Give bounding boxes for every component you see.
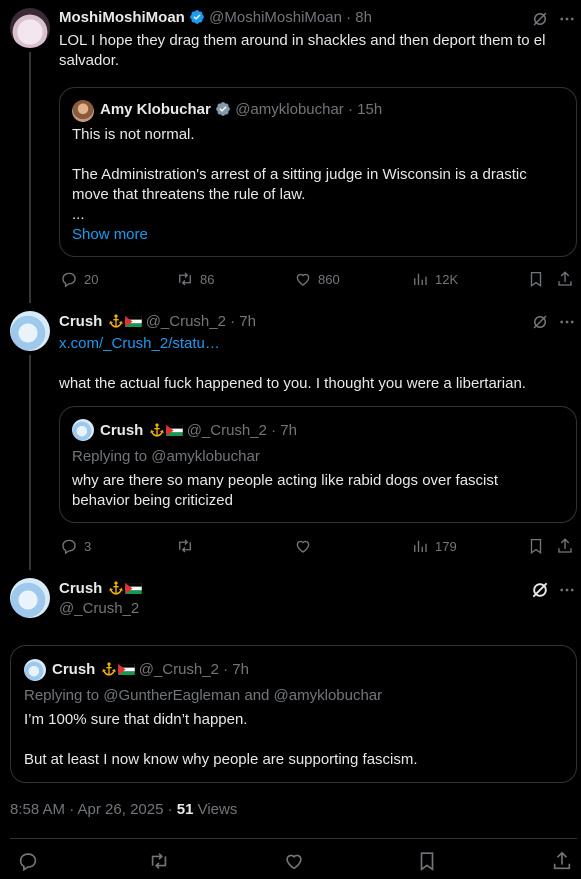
- reply-icon[interactable]: [17, 850, 39, 872]
- display-name[interactable]: MoshiMoshiMoan: [59, 9, 185, 26]
- display-name: Amy Klobuchar: [100, 101, 211, 118]
- avatar: [72, 419, 94, 441]
- replying-to: Replying to @GuntherEagleman and @amyklo…: [24, 687, 383, 704]
- avatar: [72, 100, 94, 122]
- share-icon[interactable]: [556, 537, 574, 555]
- display-name: Crush: [100, 422, 144, 439]
- quote-header: Amy Klobuchar @amyklobuchar · 15h: [100, 101, 382, 118]
- heart-icon[interactable]: [283, 850, 305, 872]
- handle: @amyklobuchar: [235, 101, 344, 118]
- display-name[interactable]: Crush: [59, 313, 102, 330]
- verified-badge-icon: [216, 102, 230, 116]
- views-count: 51: [176, 801, 194, 818]
- anchor-emoji-icon: [149, 423, 164, 437]
- palestine-flag-icon: [117, 664, 135, 675]
- timestamp: · 15h: [347, 101, 383, 118]
- share-icon[interactable]: [556, 270, 574, 288]
- heart-icon: [296, 540, 310, 553]
- reply-icon: [62, 272, 76, 288]
- bookmark-icon[interactable]: [527, 270, 545, 288]
- palestine-flag-icon: [124, 583, 142, 594]
- repost-icon: [179, 539, 191, 553]
- post-timestamp[interactable]: 8:58 AM · Apr 26, 2025 ·: [10, 801, 177, 818]
- display-name: Crush: [52, 661, 96, 678]
- tweet-link[interactable]: x.com/_Crush_2/statu…: [59, 334, 220, 354]
- grok-icon[interactable]: [531, 313, 549, 331]
- tweet-text: LOL I hope they drag them around in shac…: [59, 32, 546, 69]
- avatar[interactable]: [10, 578, 50, 618]
- tweet-header: MoshiMoshiMoan @MoshiMoshiMoan · 8h: [59, 9, 372, 26]
- quote-tweet[interactable]: Crush @_Crush_2 · 7h Replying to @Gunthe…: [10, 645, 577, 783]
- share-icon[interactable]: [551, 850, 573, 872]
- quote-header: Crush @_Crush_2 · 7h: [100, 422, 297, 439]
- reply-count: 3: [84, 538, 92, 554]
- handle: @_Crush_2: [186, 422, 267, 439]
- heart-icon: [296, 273, 310, 286]
- views-icon: [414, 273, 427, 285]
- reply-button[interactable]: 20: [60, 270, 98, 288]
- quote-tweet[interactable]: Crush @_Crush_2 · 7h Replying to @amyklo…: [59, 406, 577, 523]
- quote-text-line2: But at least I now know why people are s…: [24, 751, 418, 768]
- repost-icon[interactable]: [148, 850, 170, 872]
- more-options-icon[interactable]: [558, 10, 576, 28]
- more-options-icon[interactable]: [558, 313, 576, 331]
- handle[interactable]: @_Crush_2: [146, 313, 226, 330]
- quote-text: why are there so many people acting like…: [72, 472, 499, 509]
- thread-line: [29, 52, 31, 303]
- quote-tweet[interactable]: Amy Klobuchar @amyklobuchar · 15h This i…: [59, 87, 577, 257]
- timestamp[interactable]: · 7h: [230, 313, 256, 330]
- more-options-icon[interactable]: [558, 581, 576, 599]
- avatar: [24, 659, 46, 681]
- reply-button[interactable]: 3: [60, 537, 91, 555]
- repost-icon: [179, 272, 191, 286]
- views-label: Views: [193, 801, 238, 818]
- grok-icon[interactable]: [531, 10, 549, 28]
- like-count: 860: [318, 271, 340, 287]
- reply-count: 20: [84, 271, 99, 287]
- timestamp: · 7h: [271, 422, 297, 439]
- handle: @_Crush_2: [138, 661, 219, 678]
- display-name[interactable]: Crush: [59, 580, 102, 597]
- divider: [10, 838, 577, 839]
- repost-button[interactable]: [176, 537, 200, 555]
- verified-badge-icon: [190, 10, 204, 24]
- thread-line: [29, 355, 31, 570]
- palestine-flag-icon: [124, 316, 142, 327]
- quote-text-line1: This is not normal.: [72, 126, 195, 143]
- anchor-emoji-icon: [101, 662, 116, 676]
- timestamp[interactable]: · 8h: [346, 9, 372, 26]
- tweet-header: Crush @_Crush_2 · 7h: [59, 313, 256, 330]
- like-button[interactable]: 860: [294, 270, 340, 288]
- handle[interactable]: @_Crush_2: [59, 600, 139, 617]
- tweet-meta: 8:58 AM · Apr 26, 2025 · 51 Views: [10, 801, 237, 818]
- like-button[interactable]: [294, 537, 318, 555]
- quote-text-line1: I’m 100% sure that didn’t happen.: [24, 711, 248, 728]
- handle[interactable]: @MoshiMoshiMoan: [209, 9, 342, 26]
- bookmark-icon[interactable]: [527, 537, 545, 555]
- show-more-link[interactable]: Show more: [72, 225, 148, 245]
- quote-header: Crush @_Crush_2 · 7h: [52, 661, 249, 678]
- tweet-header: Crush: [59, 580, 142, 597]
- replying-to: Replying to @amyklobuchar: [72, 448, 260, 465]
- quote-ellipsis: ...: [72, 206, 85, 223]
- avatar[interactable]: [10, 8, 50, 48]
- tweet-text: what the actual fuck happened to you. I …: [59, 375, 526, 392]
- views-button[interactable]: 179: [411, 537, 457, 555]
- anchor-emoji-icon: [108, 581, 123, 595]
- grok-icon[interactable]: [530, 580, 550, 600]
- views-count: 12K: [435, 271, 459, 287]
- repost-button[interactable]: 86: [176, 270, 214, 288]
- bookmark-icon[interactable]: [416, 850, 438, 872]
- timestamp: · 7h: [223, 661, 249, 678]
- avatar[interactable]: [10, 311, 50, 351]
- reply-icon: [62, 539, 76, 555]
- quote-text-line2: The Administration's arrest of a sitting…: [72, 166, 527, 203]
- palestine-flag-icon: [165, 425, 183, 436]
- views-button[interactable]: 12K: [411, 270, 458, 288]
- anchor-emoji-icon: [108, 314, 123, 328]
- views-icon: [414, 540, 427, 552]
- views-count: 179: [435, 538, 457, 554]
- repost-count: 86: [200, 271, 215, 287]
